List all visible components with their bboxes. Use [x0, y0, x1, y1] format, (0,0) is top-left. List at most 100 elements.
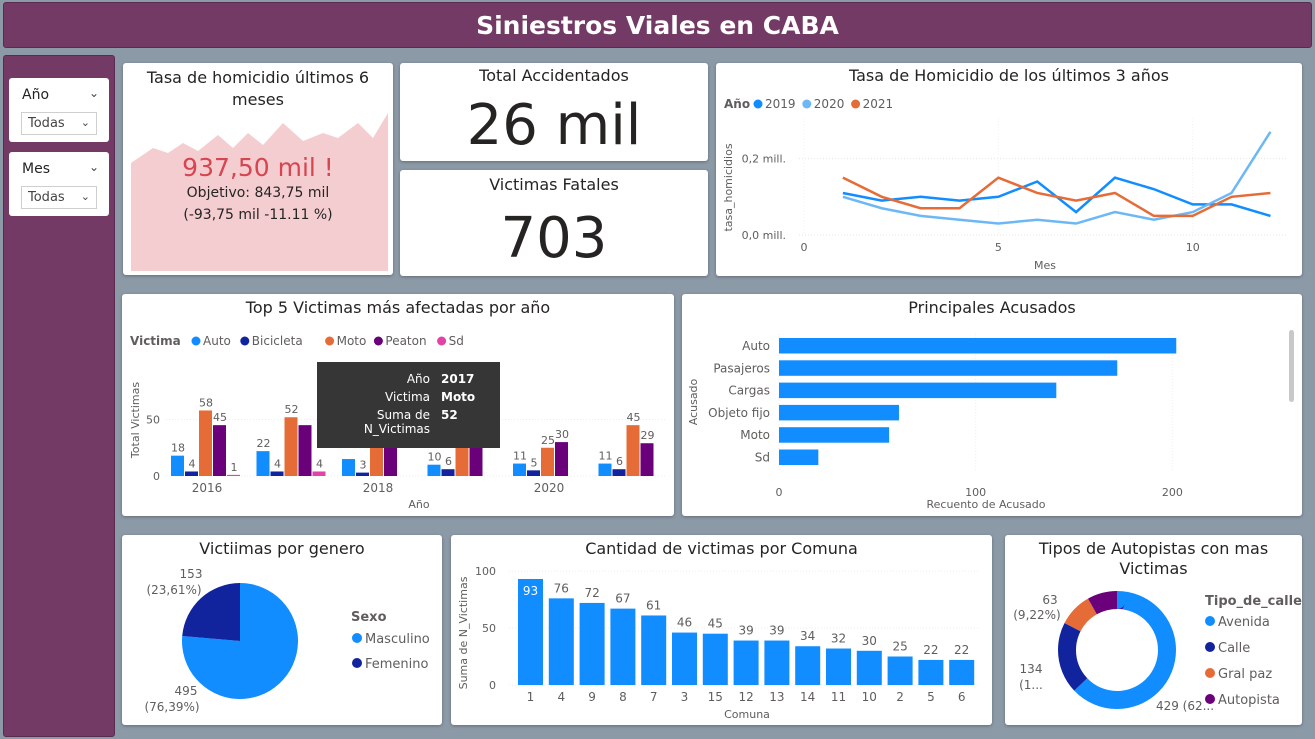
legend-item: Sd [449, 334, 464, 348]
kpi-fatal-card[interactable]: Victimas Fatales 703 [400, 170, 708, 276]
bar [779, 427, 890, 443]
legend-item: Gral paz [1218, 667, 1272, 682]
x-tick-label: 2016 [192, 481, 223, 495]
data-label: (1... [1019, 678, 1043, 692]
data-label: 58 [199, 396, 213, 409]
bar [270, 471, 284, 476]
victims-by-year-card[interactable]: Top 5 Victimas más afectadas por año Vic… [122, 294, 674, 516]
filter-sidebar: Año ⌄ Todas ⌄ Mes ⌄ Todas ⌄ [3, 55, 115, 737]
legend-marker [373, 336, 383, 346]
legend-marker [240, 336, 250, 346]
data-label: 3 [360, 459, 367, 472]
x-axis-title: Año [408, 498, 429, 511]
bar [555, 442, 568, 476]
year-dropdown[interactable]: Todas ⌄ [21, 112, 97, 135]
kpi-fatal-value: 703 [500, 206, 608, 271]
data-label: 39 [769, 624, 784, 638]
y-tick-label: Sd [755, 451, 770, 465]
legend-marker [1205, 694, 1215, 704]
bar [764, 640, 790, 685]
data-label: 93 [523, 584, 538, 598]
legend-item: Bicicleta [252, 334, 303, 348]
legend-item: Peaton [385, 334, 426, 348]
legend-title: Año [724, 97, 750, 111]
x-axis-title: Comuna [724, 708, 770, 721]
month-slicer: Mes ⌄ Todas ⌄ [9, 152, 109, 216]
bar [626, 425, 640, 476]
y-tick-label: 100 [475, 565, 496, 578]
bar [513, 463, 526, 476]
chevron-down-icon: ⌄ [80, 190, 90, 203]
bar [641, 615, 667, 685]
legend-item: 2021 [863, 97, 894, 111]
x-tick-label: 4 [557, 690, 565, 704]
legend-item: Avenida [1218, 615, 1270, 630]
tooltip-key: Victima [385, 390, 430, 404]
bar [826, 648, 851, 685]
data-label: 6 [616, 455, 623, 468]
victims-by-gender-card[interactable]: Victiimas por genero 153 (23,61%) 495 (76,3… [122, 535, 442, 725]
kpi-fatal-title: Victimas Fatales [489, 175, 619, 194]
x-tick-label: 5 [927, 690, 935, 704]
legend-item: Femenino [365, 657, 429, 672]
data-label: 30 [862, 634, 877, 648]
road-types-card[interactable]: Tipos de Autopistas con mas Victimas 429… [1005, 535, 1302, 725]
bar [640, 443, 654, 476]
data-label: 10 [428, 451, 442, 464]
data-label: 45 [627, 411, 641, 424]
data-label: 61 [646, 598, 661, 612]
data-label: (23,61%) [146, 583, 201, 597]
data-label: 22 [257, 437, 271, 450]
bar [199, 410, 212, 476]
bar [227, 474, 240, 476]
x-tick-label: 0 [776, 486, 783, 499]
legend-item: Calle [1218, 641, 1250, 656]
legend-marker [802, 99, 812, 109]
tooltip-value: 2017 [441, 372, 475, 386]
data-label: 76 [554, 581, 569, 595]
legend-marker [851, 99, 861, 109]
bar [918, 659, 944, 685]
x-tick-label: 10 [1186, 241, 1200, 254]
data-label: (9,22%) [1013, 608, 1060, 622]
x-tick-label: 0 [801, 241, 808, 254]
y-tick-label: 0,0 mill. [742, 229, 786, 242]
bar [779, 404, 899, 421]
x-tick-label: 2020 [534, 481, 565, 495]
data-label: 34 [800, 629, 815, 643]
y-tick-label: Objeto fijo [708, 406, 770, 420]
data-label: 29 [641, 429, 655, 442]
main-accused-card[interactable]: Principales Acusados 0 100 200 Auto Pasajero… [682, 294, 1302, 516]
bar [795, 646, 821, 685]
homicide-line-chart: Año 2019 2020 2021 0,0 mill. 0,2 mill. 0 5 10 Mes… [722, 97, 1286, 272]
chevron-down-icon[interactable]: ⌄ [89, 86, 99, 100]
legend-marker [1205, 616, 1215, 626]
data-label: 11 [599, 450, 613, 463]
chevron-down-icon: ⌄ [80, 116, 90, 129]
data-label: 6 [445, 455, 452, 468]
bar [612, 469, 626, 476]
bar [213, 425, 226, 476]
legend-title: Tipo_de_calle [1205, 594, 1302, 609]
legend-item: Autopista [1218, 693, 1280, 708]
victims-by-comuna-card[interactable]: Cantidad de victimas por Comuna 0 50 100 93… [451, 535, 992, 725]
month-dropdown-value: Todas [28, 190, 65, 205]
data-label: 134 [1020, 662, 1043, 676]
tooltip-row: Suma de N_Victimas 52 [317, 408, 500, 436]
month-dropdown[interactable]: Todas ⌄ [21, 186, 97, 209]
homicide-line-chart-card[interactable]: Tasa de Homicidio de los últimos 3 años … [716, 63, 1302, 276]
data-label: 45 [708, 617, 723, 631]
dashboard-title: Siniestros Viales en CABA [476, 10, 839, 40]
vertical-scrollbar[interactable] [1289, 330, 1294, 402]
victims-by-gender-chart: 153 (23,61%) 495 (76,39%) Sexo Masculino Femen… [144, 567, 429, 714]
chevron-down-icon[interactable]: ⌄ [89, 160, 99, 174]
kpi-accidents-value: 26 mil [466, 93, 642, 158]
bar [312, 471, 326, 476]
kpi-accidents-card[interactable]: Total Accidentados 26 mil [400, 63, 708, 161]
tooltip-value: 52 [441, 408, 458, 422]
kpi-homicide-value: 937,50 mil ! [182, 153, 334, 182]
dashboard-header: Siniestros Viales en CABA [3, 2, 1312, 48]
x-tick-label: 15 [708, 690, 723, 704]
kpi-homicide-card[interactable]: Tasa de homicidio últimos 6 meses 937,50… [123, 63, 393, 275]
data-label: (76,39%) [144, 700, 199, 714]
